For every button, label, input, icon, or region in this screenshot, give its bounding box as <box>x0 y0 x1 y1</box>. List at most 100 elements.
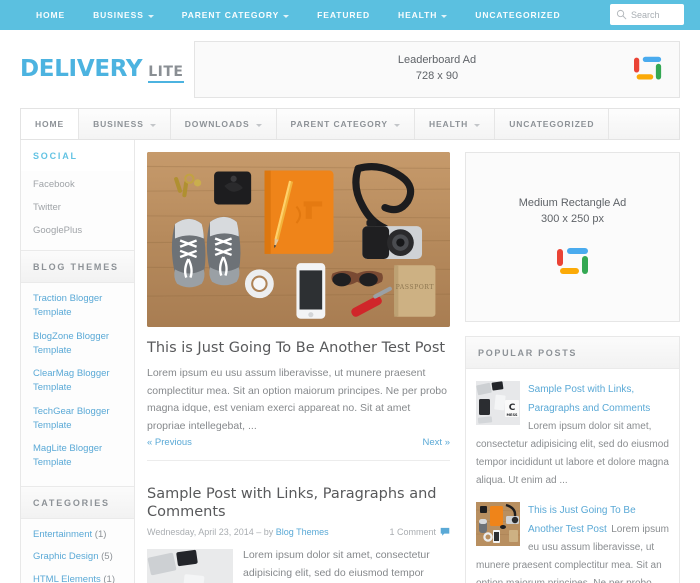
top-navigation-bar: HOME BUSINESS PARENT CATEGORY FEATURED H… <box>0 0 700 30</box>
creative-mess-desk-thumb: C MESS <box>476 381 520 425</box>
category-item: Graphic Design (5) <box>33 550 122 564</box>
comment-count-label: 1 Comment <box>389 526 436 537</box>
mainnav-item-health[interactable]: HEALTH <box>415 109 496 139</box>
topnav-label: BUSINESS <box>93 10 144 20</box>
topnav-item-uncategorized[interactable]: UNCATEGORIZED <box>461 10 574 20</box>
top-nav-menu: HOME BUSINESS PARENT CATEGORY FEATURED H… <box>22 10 575 20</box>
site-header: DELIVERY LITE Leaderboard Ad 728 x 90 <box>0 30 700 108</box>
content-columns: SOCIAL Facebook Twitter GooglePlus BLOG … <box>20 140 680 583</box>
medium-rectangle-ad-line2: 300 x 250 px <box>541 213 604 225</box>
svg-text:C: C <box>509 403 516 413</box>
category-link[interactable]: Entertainment <box>33 529 92 540</box>
topnav-label: HOME <box>36 10 66 20</box>
logo-lite-text: LITE <box>148 64 184 83</box>
post-by-prefix: – by <box>256 526 274 537</box>
blog-theme-link[interactable]: BlogZone Blogger Template <box>33 330 122 359</box>
post-article-1: PASSPORT This is Just Going To Be Anothe… <box>147 152 450 461</box>
leaderboard-ad-line2: 728 x 90 <box>415 70 459 82</box>
popular-posts-title: POPULAR POSTS <box>466 337 679 369</box>
popular-post-item: This is Just Going To Be Another Test Po… <box>476 500 669 583</box>
social-link-twitter[interactable]: Twitter <box>21 196 134 219</box>
mainnav-item-uncategorized[interactable]: UNCATEGORIZED <box>495 109 610 139</box>
blog-themes-list: Traction Blogger Template BlogZone Blogg… <box>21 283 134 486</box>
mainnav-item-business[interactable]: BUSINESS <box>79 109 171 139</box>
left-sidebar: SOCIAL Facebook Twitter GooglePlus BLOG … <box>20 140 135 583</box>
google-ads-icon <box>556 247 588 274</box>
right-sidebar: Medium Rectangle Ad 300 x 250 px POPULAR… <box>460 140 680 583</box>
mainnav-label: UNCATEGORIZED <box>509 119 595 129</box>
categories-widget-title: CATEGORIES <box>21 485 134 519</box>
blog-themes-widget-title: BLOG THEMES <box>21 250 134 283</box>
medium-rectangle-ad-text: Medium Rectangle Ad 300 x 250 px <box>519 196 627 228</box>
social-link-facebook[interactable]: Facebook <box>21 173 134 196</box>
leaderboard-ad-line1: Leaderboard Ad <box>397 54 477 67</box>
next-link[interactable]: Next » <box>423 437 450 448</box>
site-logo[interactable]: DELIVERY LITE <box>20 55 184 83</box>
post-article-2: Sample Post with Links, Paragraphs and C… <box>147 461 450 583</box>
medium-rectangle-ad[interactable]: Medium Rectangle Ad 300 x 250 px <box>465 152 680 322</box>
mainnav-label: DOWNLOADS <box>184 119 250 129</box>
popular-posts-widget: POPULAR POSTS C MESS Sample Post with Li… <box>465 336 680 583</box>
topnav-item-business[interactable]: BUSINESS <box>79 10 168 20</box>
mainnav-item-parent-category[interactable]: PARENT CATEGORY <box>277 109 415 139</box>
svg-text:MESS: MESS <box>506 413 517 417</box>
mainnav-filler <box>609 109 679 139</box>
topnav-item-health[interactable]: HEALTH <box>384 10 461 20</box>
chevron-down-icon <box>441 14 448 18</box>
chevron-down-icon <box>283 14 290 18</box>
category-count: (1) <box>94 528 107 540</box>
page-container: HOME BUSINESS DOWNLOADS PARENT CATEGORY … <box>0 108 700 583</box>
chevron-down-icon <box>147 14 154 18</box>
blog-theme-link[interactable]: Traction Blogger Template <box>33 292 122 321</box>
topnav-label: UNCATEGORIZED <box>475 10 561 20</box>
category-link[interactable]: Graphic Design <box>33 551 98 562</box>
blog-theme-link[interactable]: TechGear Blogger Template <box>33 405 122 434</box>
topnav-item-featured[interactable]: FEATURED <box>303 10 384 20</box>
popular-posts-list: C MESS Sample Post with Links, Paragraph… <box>466 369 679 583</box>
search-input[interactable] <box>631 9 678 20</box>
popular-post-snippet: Lorem ipsum dolor sit amet, consectetur … <box>476 421 669 486</box>
topnav-item-home[interactable]: HOME <box>22 10 79 20</box>
search-box[interactable] <box>610 4 684 25</box>
comment-count[interactable]: 1 Comment <box>389 527 450 537</box>
category-item: Entertainment (1) <box>33 528 122 542</box>
chevron-down-icon <box>149 123 156 127</box>
logo-main-text: DELIVERY <box>20 55 143 82</box>
post-pagination: « Previous Next » <box>147 437 450 461</box>
post-title[interactable]: Sample Post with Links, Paragraphs and C… <box>147 485 450 521</box>
topnav-item-parent-category[interactable]: PARENT CATEGORY <box>168 10 303 20</box>
flat-lay-travel-photo: PASSPORT <box>147 152 450 327</box>
svg-text:PASSPORT: PASSPORT <box>396 284 435 291</box>
mainnav-item-downloads[interactable]: DOWNLOADS <box>171 109 277 139</box>
category-item: HTML Elements (1) <box>33 573 122 583</box>
post-featured-image[interactable]: PASSPORT <box>147 152 450 327</box>
blog-theme-link[interactable]: MagLite Blogger Template <box>33 442 122 471</box>
post-title[interactable]: This is Just Going To Be Another Test Po… <box>147 339 450 357</box>
creative-mess-desk-photo: C CREATIVE MESS <box>147 548 233 583</box>
post-author-link[interactable]: Blog Themes <box>276 527 329 537</box>
category-count: (1) <box>103 574 116 583</box>
popular-post-thumbnail[interactable]: C MESS <box>476 381 520 425</box>
categories-list: Entertainment (1) Graphic Design (5) HTM… <box>21 519 134 583</box>
post-meta: Wednesday, April 23, 2014 – by Blog Them… <box>147 527 450 537</box>
previous-link[interactable]: « Previous <box>147 437 192 448</box>
medium-rectangle-ad-line1: Medium Rectangle Ad <box>518 197 627 210</box>
popular-post-title[interactable]: Sample Post with Links, Paragraphs and C… <box>528 384 650 414</box>
popular-post-thumbnail[interactable] <box>476 502 520 546</box>
blog-theme-link[interactable]: ClearMag Blogger Template <box>33 367 122 396</box>
post-inline-image[interactable]: C CREATIVE MESS <box>147 548 233 583</box>
category-count: (5) <box>101 551 113 563</box>
mainnav-item-home[interactable]: HOME <box>21 109 80 139</box>
leaderboard-ad[interactable]: Leaderboard Ad 728 x 90 <box>194 40 680 98</box>
post-excerpt: Lorem ipsum eu usu assum liberavisse, ut… <box>147 367 447 432</box>
topnav-label: HEALTH <box>398 10 438 20</box>
comment-bubble-icon <box>440 528 450 537</box>
post-date: Wednesday, April 23, 2014 <box>147 526 254 537</box>
mainnav-label: BUSINESS <box>93 119 144 129</box>
flat-lay-travel-thumb <box>476 502 520 546</box>
mainnav-label: HEALTH <box>428 119 469 129</box>
social-link-googleplus[interactable]: GooglePlus <box>21 219 134 242</box>
main-navigation-bar: HOME BUSINESS DOWNLOADS PARENT CATEGORY … <box>20 108 680 140</box>
mainnav-label: PARENT CATEGORY <box>290 119 388 129</box>
category-link[interactable]: HTML Elements <box>33 574 101 583</box>
